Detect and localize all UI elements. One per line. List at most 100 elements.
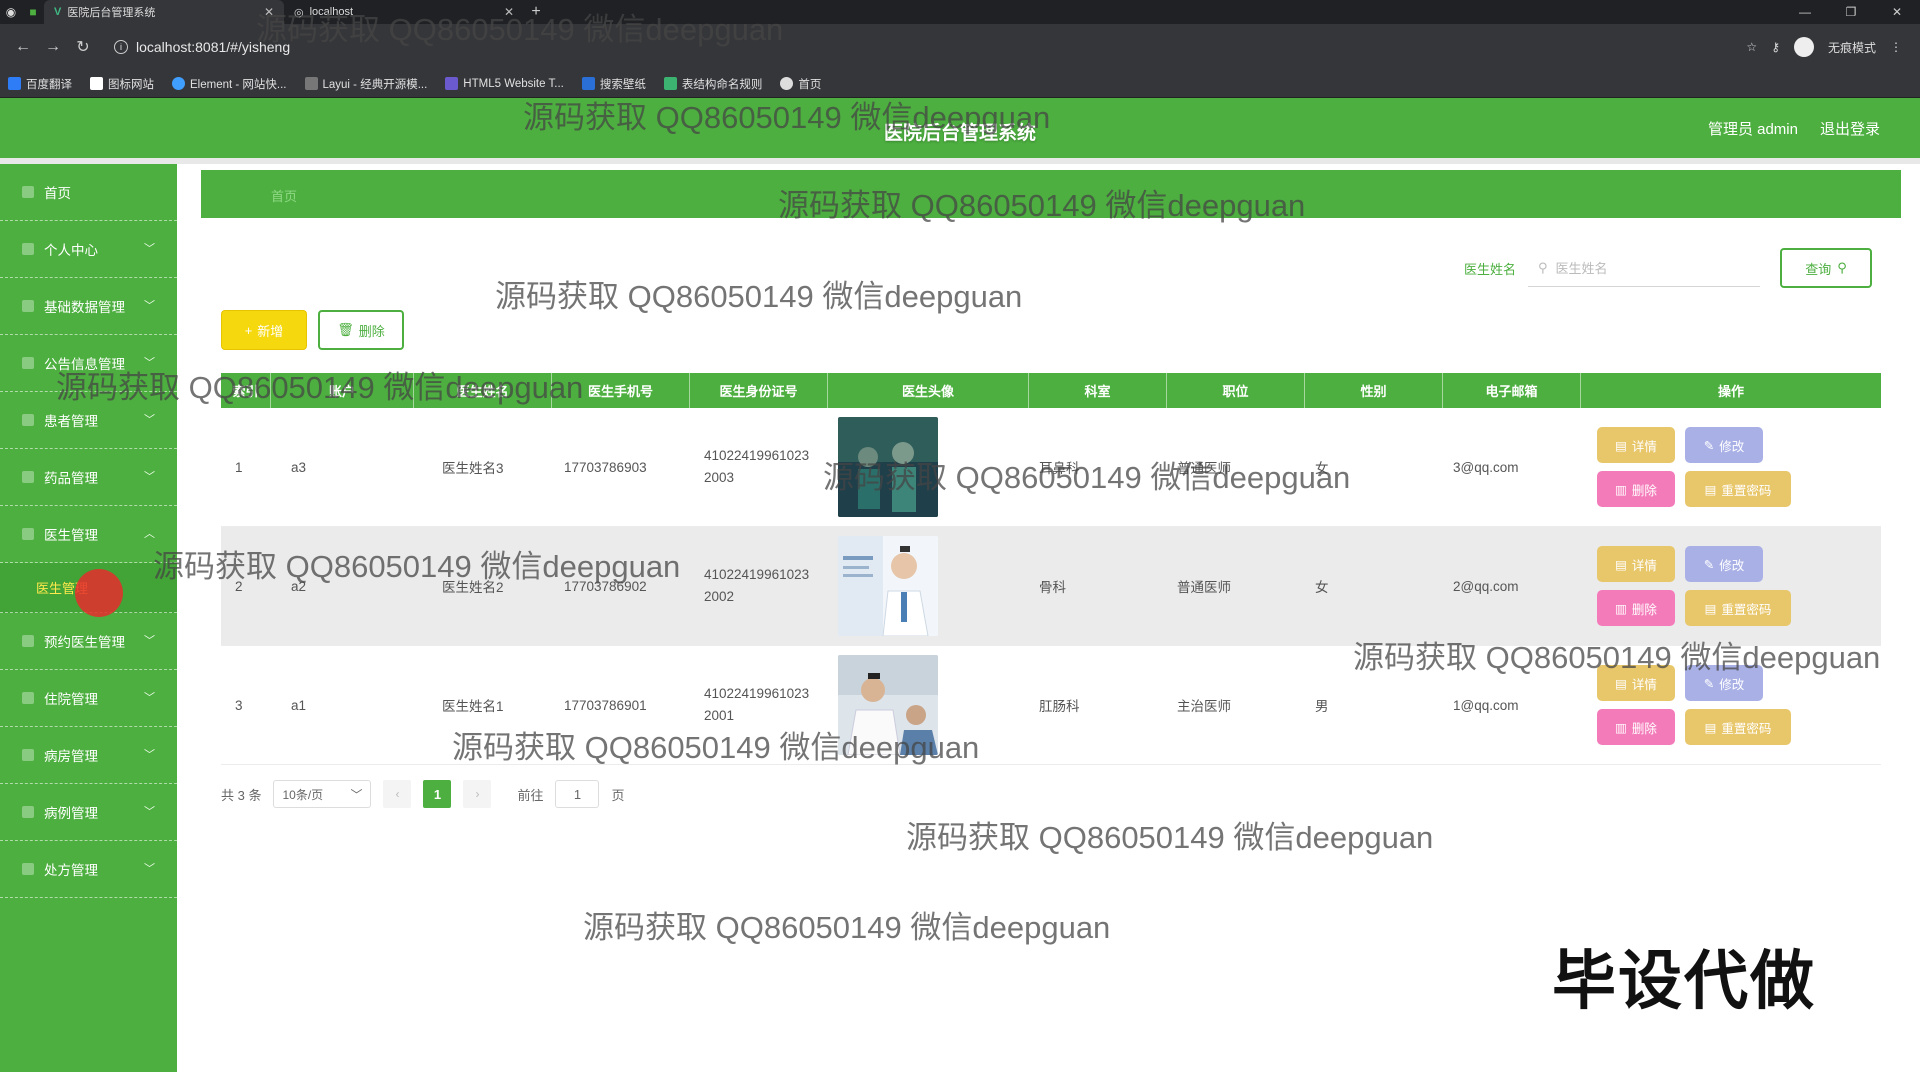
delete-button[interactable]: ▥ 删除 [1597,590,1675,626]
table-header: 索引 账户 医生姓名 医生手机号 医生身份证号 医生头像 科室 职位 性别 电子… [221,373,1881,408]
cell-index: 3 [235,697,243,713]
cell-name: 医生姓名2 [442,580,504,595]
detail-button[interactable]: ▤ 详情 [1597,665,1675,701]
doctor-photo [838,417,938,517]
tab-title: localhost [309,6,354,18]
cell-email: 2@qq.com [1453,578,1519,594]
data-icon [22,300,34,312]
key-icon[interactable]: ⚷ [1771,40,1780,54]
edit-button[interactable]: ✎ 修改 [1685,546,1763,582]
app-title: 医院后台管理系统 [883,123,1036,144]
cell-id-number: 41022419961023 2002 [704,567,810,604]
next-page-button[interactable]: › [463,780,492,808]
cell-gender: 女 [1315,461,1329,476]
corner-stamp: 毕设代做 [1552,945,1816,1019]
prev-page-button[interactable]: ‹ [383,780,412,808]
page-size-select[interactable]: 10条/页 ﹀ [273,780,372,808]
bookmark-icon [663,77,677,90]
batch-delete-button[interactable]: 🗑 删除 [318,310,404,350]
sidebar-item-doctors[interactable]: 医生管理 ︿ [0,506,177,563]
delete-button[interactable]: ▥ 删除 [1597,709,1675,745]
cell-position: 普通医师 [1177,580,1231,595]
chevron-down-icon: ﹀ [144,414,155,426]
restore-icon[interactable]: ❐ [1828,5,1874,19]
sidebar-item-prescriptions[interactable]: 处方管理 ﹀ [0,841,177,898]
sidebar-item-hospitalization[interactable]: 住院管理 ﹀ [0,670,177,727]
detail-button[interactable]: ▤ 详情 [1597,427,1675,463]
sidebar-item-patients[interactable]: 患者管理 ﹀ [0,392,177,449]
table-row[interactable]: 1 a3 医生姓名3 17703786903 41022419961023 200… [221,408,1881,527]
bookmark-item[interactable]: 表结构命名规则 [663,76,762,92]
back-icon[interactable]: ← [8,38,38,56]
pagination: 共 3 条 10条/页 ﹀ ‹ 1 › 前往 1 页 [221,780,625,808]
site-info-icon[interactable]: i [114,40,128,54]
sidebar-item-announcements[interactable]: 公告信息管理 ﹀ [0,335,177,392]
reset-password-button[interactable]: ▤ 重置密码 [1685,471,1791,507]
sidebar-item-profile[interactable]: 个人中心 ﹀ [0,221,177,278]
logout-link[interactable]: 退出登录 [1820,118,1880,139]
sidebar-item-home[interactable]: 首页 [0,164,177,221]
sidebar-item-basic-data[interactable]: 基础数据管理 ﹀ [0,278,177,335]
browser-tab[interactable]: ◎ localhost ✕ [284,0,524,24]
url-field[interactable]: i localhost:8081/#/yisheng [104,32,1746,62]
case-icon [22,806,34,818]
document-icon: ▤ [1615,676,1627,691]
plus-icon: + [244,322,253,338]
reset-password-button[interactable]: ▤ 重置密码 [1685,590,1791,626]
chevron-down-icon: ﹀ [144,300,155,312]
incognito-label[interactable]: 无痕模式 [1828,39,1876,56]
close-window-icon[interactable]: ✕ [1874,5,1920,19]
pencil-icon: ✎ [1703,557,1715,572]
bookmark-item[interactable]: 首页 [780,76,821,92]
delete-button[interactable]: ▥ 删除 [1597,471,1675,507]
goto-page-input[interactable]: 1 [555,780,600,808]
bookmark-item[interactable]: HTML5 Website T... [445,77,564,90]
ward-icon [22,749,34,761]
doctor-name-search-input[interactable]: ⚲ 医生姓名 [1528,249,1760,287]
sidebar-subitem-doctor-management[interactable]: 医生管理 [0,563,177,617]
cursor-highlight [75,569,123,617]
doctor-photo [838,655,938,755]
detail-button[interactable]: ▤ 详情 [1597,546,1675,582]
incognito-avatar[interactable] [1793,37,1814,57]
cell-phone: 17703786903 [564,459,647,475]
bookmark-item[interactable]: Layui - 经典开源模... [304,76,427,92]
cell-actions: ▤ 详情 ✎ 修改 ▥ 删除 ▤ 重置密码 [1581,408,1881,526]
browser-tab-active[interactable]: V 医院后台管理系统 ✕ [44,0,284,24]
breadcrumb-home[interactable]: 首页 [271,186,297,205]
table-row[interactable]: 2 a2 医生姓名2 17703786902 41022419961023 200… [221,527,1881,646]
edit-button[interactable]: ✎ 修改 [1685,665,1763,701]
chevron-up-icon: ︿ [144,528,155,540]
sidebar-item-wards[interactable]: 病房管理 ﹀ [0,727,177,784]
reset-password-button[interactable]: ▤ 重置密码 [1685,709,1791,745]
bookmark-icon [445,77,459,90]
forward-icon[interactable]: → [38,38,68,56]
bookmark-star-icon[interactable]: ☆ [1746,40,1757,54]
bookmark-item[interactable]: 图标网站 [90,76,154,92]
cell-account: a2 [291,578,307,594]
sidebar-item-appointments[interactable]: 预约医生管理 ﹀ [0,613,177,670]
more-menu-icon[interactable]: ⋮ [1890,40,1902,54]
cell-gender: 男 [1315,699,1329,714]
edit-button[interactable]: ✎ 修改 [1685,427,1763,463]
add-button[interactable]: + 新增 [221,310,307,350]
document-icon: ▤ [1704,720,1717,735]
column-header: 职位 [1167,373,1305,408]
bookmark-item[interactable]: Element - 网站快... [172,76,287,92]
page-number-current[interactable]: 1 [423,780,452,808]
tab-close-icon[interactable]: ✕ [264,5,274,19]
new-tab-button[interactable]: + [524,3,548,21]
bookmark-item[interactable]: 百度翻译 [8,76,72,92]
query-button[interactable]: 查询 ⚲ [1780,248,1872,288]
trash-icon: ▥ [1615,601,1627,616]
sidebar-item-medicines[interactable]: 药品管理 ﹀ [0,449,177,506]
search-icon: ⚲ [1837,260,1847,275]
calendar-icon [22,635,34,647]
tab-close-icon[interactable]: ✕ [504,5,514,19]
table-row[interactable]: 3 a1 医生姓名1 17703786901 41022419961023 200… [221,646,1881,765]
minimize-icon[interactable]: — [1782,5,1828,19]
chevron-down-icon: ﹀ [350,787,363,802]
sidebar-item-cases[interactable]: 病例管理 ﹀ [0,784,177,841]
reload-icon[interactable]: ↻ [68,37,98,57]
bookmark-item[interactable]: 搜索壁纸 [581,76,646,92]
